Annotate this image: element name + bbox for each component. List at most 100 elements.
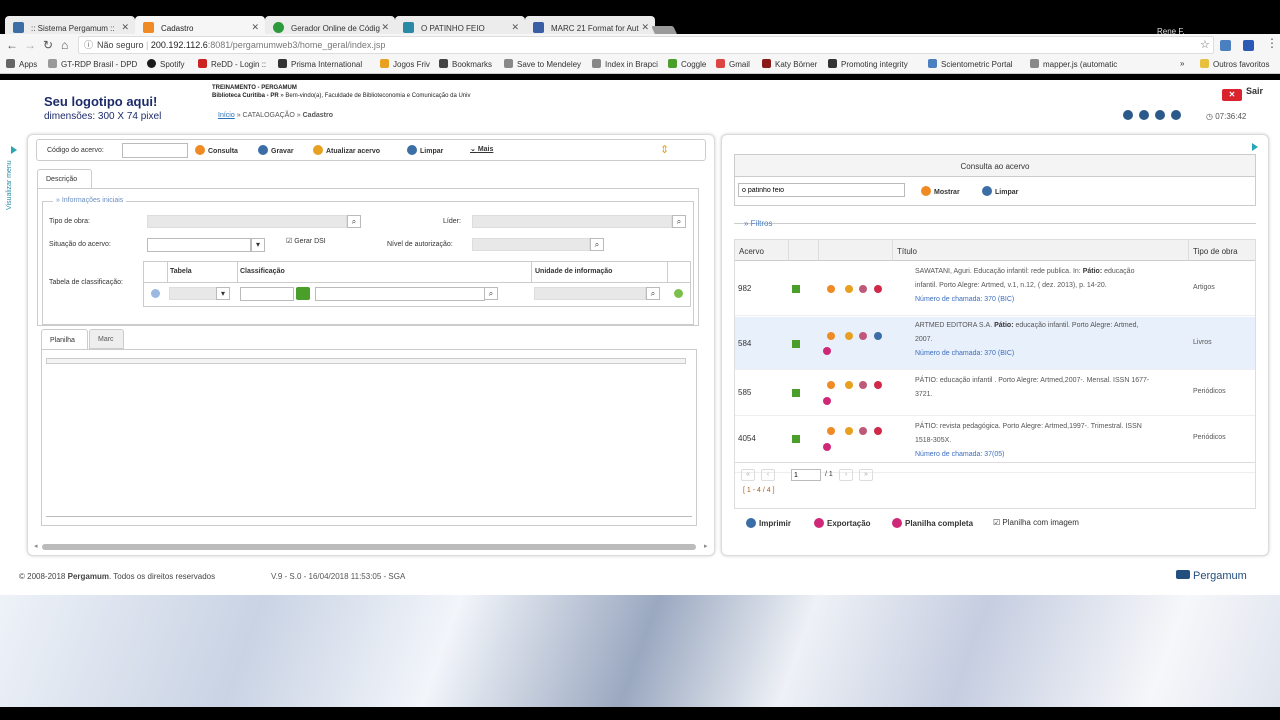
situacao-select[interactable] — [147, 238, 251, 252]
bookmark-item[interactable]: Save to Mendeley — [504, 59, 581, 69]
mostrar-button[interactable]: Mostrar — [921, 186, 960, 196]
copy-icon[interactable] — [792, 285, 800, 293]
limpar-button[interactable]: Limpar — [407, 145, 443, 155]
breadcrumb-home[interactable]: Início — [218, 112, 235, 119]
search-icon[interactable]: ⌕ — [672, 215, 686, 228]
limpar-button[interactable]: Limpar — [982, 186, 1018, 196]
gravar-button[interactable]: Gravar — [258, 145, 294, 155]
search-icon[interactable] — [827, 285, 835, 293]
back-icon[interactable]: ← — [6, 38, 18, 52]
expand-menu-icon[interactable] — [11, 146, 17, 154]
bookmark-item[interactable]: mapper.js (automatic — [1030, 59, 1117, 69]
mais-button[interactable]: ⌄ Mais — [470, 145, 493, 153]
tabela-select[interactable] — [169, 287, 219, 300]
search-icon[interactable] — [827, 332, 835, 340]
col-titulo[interactable]: Título — [893, 240, 1189, 261]
search-icon[interactable]: ⌕ — [590, 238, 604, 251]
other-bookmarks[interactable]: Outros favoritos — [1200, 59, 1269, 69]
imprimir-button[interactable]: Imprimir — [746, 518, 791, 528]
exportacao-button[interactable]: Exportação — [814, 518, 871, 528]
col-acervo[interactable]: Acervo — [735, 240, 789, 261]
bookmark-item[interactable]: ReDD - Login :: — [198, 59, 266, 69]
reserve-icon[interactable] — [845, 381, 853, 389]
side-menu-toggle[interactable]: Visualizar menu — [6, 160, 13, 210]
bookmark-item[interactable]: Apps — [6, 59, 37, 69]
info-icon[interactable] — [859, 427, 867, 435]
lider-field[interactable] — [472, 215, 672, 228]
info-icon[interactable] — [859, 332, 867, 340]
search-icon[interactable]: ⌕ — [646, 287, 660, 300]
translate-extension-icon[interactable] — [1220, 40, 1231, 51]
reload-icon[interactable]: ↻ — [43, 38, 53, 52]
first-page-button[interactable]: « — [741, 469, 755, 481]
url-input[interactable]: ⓘ Não seguro | 200.192.112.6:8081/pergam… — [78, 36, 1214, 54]
reserve-icon[interactable] — [845, 332, 853, 340]
bookmark-item[interactable]: Jogos Friv — [380, 59, 430, 69]
filtros-link[interactable]: » Filtros — [744, 219, 772, 228]
classificacao-input[interactable] — [240, 287, 294, 301]
bookmark-item[interactable]: GT-RDP Brasil - DPD — [48, 59, 137, 69]
consulta-button[interactable]: Consulta — [195, 145, 238, 155]
image-icon[interactable] — [823, 397, 831, 405]
bookmark-item[interactable]: Index in Brapci — [592, 59, 658, 69]
page-input[interactable] — [791, 469, 821, 481]
bookmark-item[interactable]: Spotify — [147, 59, 184, 69]
search-icon[interactable]: ⌕ — [484, 287, 498, 300]
chevron-down-icon[interactable]: ▾ — [251, 238, 265, 252]
expand-collapse-icon[interactable]: ⇕ — [660, 143, 669, 156]
go-icon[interactable] — [296, 287, 310, 300]
unidade-field[interactable] — [534, 287, 646, 300]
image-icon[interactable] — [823, 443, 831, 451]
collapse-panel-icon[interactable] — [1252, 143, 1258, 151]
gerar-dsi-checkbox[interactable]: ☑ Gerar DSI — [286, 237, 326, 245]
next-page-button[interactable]: › — [839, 469, 853, 481]
image-icon[interactable] — [823, 347, 831, 355]
table-row-selected[interactable]: 584 ARTMED EDITORA S.A. Pátio: educação … — [735, 317, 1255, 370]
delete-icon[interactable] — [874, 381, 882, 389]
bookmark-item[interactable]: Coggle — [668, 59, 706, 69]
home-icon[interactable]: ⌂ — [61, 38, 68, 52]
accessibility-icon[interactable] — [1123, 110, 1133, 120]
atualizar-acervo-button[interactable]: Atualizar acervo — [313, 145, 380, 155]
bookmark-item[interactable]: Prisma International — [278, 59, 362, 69]
reserve-icon[interactable] — [845, 285, 853, 293]
reserve-icon[interactable] — [845, 427, 853, 435]
more-bookmarks-icon[interactable]: » — [1180, 59, 1184, 68]
close-tab-icon[interactable]: ✕ — [121, 22, 129, 33]
copy-icon[interactable] — [792, 435, 800, 443]
menu-icon[interactable]: ⋮ — [1266, 36, 1278, 50]
add-row-icon[interactable] — [674, 289, 683, 298]
table-row[interactable]: 982 SAWATANI, Aguri. Educação infantil: … — [735, 261, 1255, 316]
prev-page-button[interactable]: ‹ — [761, 469, 775, 481]
info-icon[interactable] — [859, 285, 867, 293]
edit-icon[interactable] — [874, 332, 882, 340]
last-page-button[interactable]: » — [859, 469, 873, 481]
search-icon[interactable] — [827, 381, 835, 389]
classificacao-desc-input[interactable] — [315, 287, 485, 301]
bookmark-item[interactable]: Gmail — [716, 59, 750, 69]
search-icon[interactable]: ⌕ — [347, 215, 361, 228]
col-tipo[interactable]: Tipo de obra — [1189, 240, 1255, 261]
table-row[interactable]: 4054 PÁTIO: revista pedagógica. Porto Al… — [735, 417, 1255, 473]
planilha-imagem-checkbox[interactable]: ☑ Planilha com imagem — [993, 518, 1079, 527]
remove-row-icon[interactable] — [151, 289, 160, 298]
delete-icon[interactable] — [874, 427, 882, 435]
copy-icon[interactable] — [792, 340, 800, 348]
info-icon[interactable]: ⓘ — [84, 37, 93, 53]
table-row[interactable]: 585 PÁTIO: educação infantil . Porto Ale… — [735, 371, 1255, 416]
bookmark-item[interactable]: Scientometric Portal — [928, 59, 1013, 69]
close-tab-icon[interactable]: ✕ — [381, 22, 389, 33]
extension-icon[interactable] — [1243, 40, 1254, 51]
tipo-obra-field[interactable] — [147, 215, 347, 228]
tab-descricao[interactable]: Descrição — [37, 169, 92, 189]
close-tab-icon[interactable]: ✕ — [251, 22, 259, 33]
tab-planilha[interactable]: Planilha — [41, 329, 88, 350]
nivel-field[interactable] — [472, 238, 590, 251]
info-icon[interactable] — [1155, 110, 1165, 120]
info-icon[interactable] — [859, 381, 867, 389]
acervo-code-input[interactable] — [122, 143, 188, 158]
close-tab-icon[interactable]: ✕ — [641, 22, 649, 33]
fieldset-legend[interactable]: » Informações iniciais — [53, 197, 127, 204]
bookmark-item[interactable]: Promoting integrity — [828, 59, 908, 69]
bookmark-item[interactable]: Bookmarks — [439, 59, 492, 69]
